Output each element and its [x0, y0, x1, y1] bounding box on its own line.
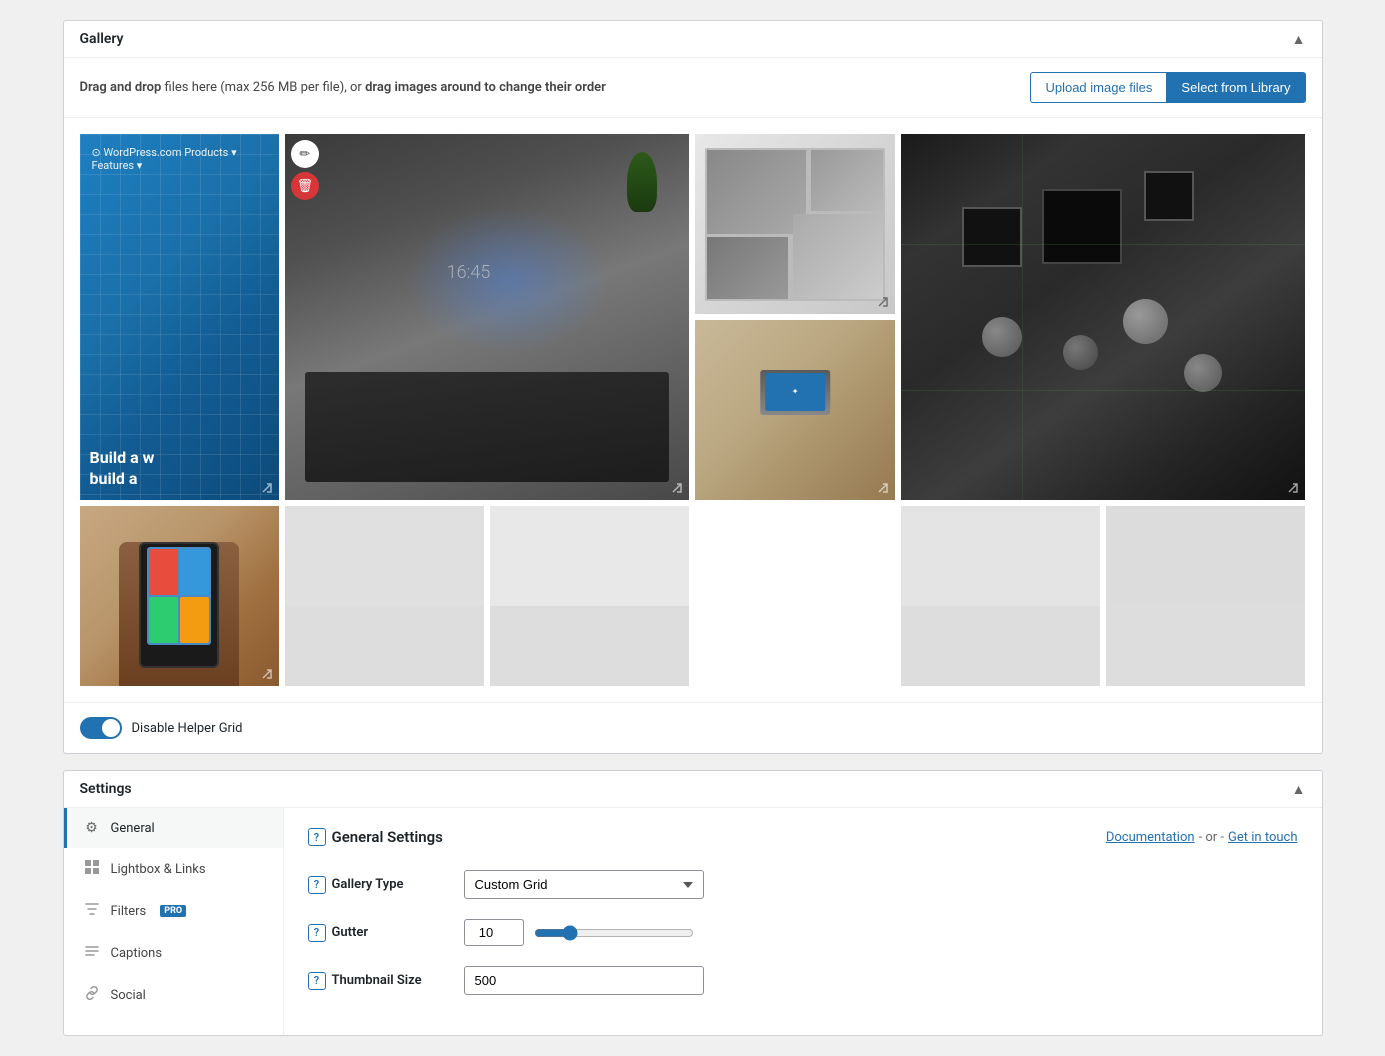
item-2-actions: ✏ 🗑 [291, 140, 319, 200]
settings-content: ? General Settings Documentation - or - … [284, 808, 1322, 1035]
resize-icon-6 [259, 666, 275, 682]
drag-drop-mid: files here (max 256 MB per file), or [161, 80, 365, 95]
resize-icon-4 [1285, 480, 1301, 496]
filter-icon [83, 902, 101, 920]
get-in-touch-link[interactable]: Get in touch [1228, 830, 1297, 845]
gutter-number-input[interactable] [464, 919, 524, 946]
sidebar-label-captions: Captions [111, 946, 163, 961]
sidebar-label-lightbox: Lightbox & Links [111, 862, 206, 877]
sidebar-item-captions[interactable]: Captions [64, 932, 283, 974]
gallery-item-ghost-3[interactable] [901, 506, 1100, 686]
gallery-toolbar-text: Drag and drop files here (max 256 MB per… [80, 80, 606, 95]
thumbnail-size-input[interactable] [464, 966, 704, 995]
delete-image-button-2[interactable]: 🗑 [291, 172, 319, 200]
settings-collapse-button[interactable]: ▲ [1292, 781, 1306, 797]
gallery-collapse-button[interactable]: ▲ [1292, 31, 1306, 47]
or-separator: - or - [1199, 830, 1224, 845]
gallery-type-select[interactable]: Custom Grid Masonry Justified Slideshow … [464, 870, 704, 899]
link-icon [83, 986, 101, 1004]
gallery-type-row: ? Gallery Type Custom Grid Masonry Justi… [308, 870, 1298, 899]
sidebar-item-general[interactable]: ⚙ General [64, 808, 283, 848]
resize-icon-2 [669, 480, 685, 496]
toolbar-buttons: Upload image files Select from Library [1030, 72, 1305, 103]
thumbnail-size-control [464, 966, 704, 995]
sidebar-label-social: Social [111, 988, 146, 1003]
gutter-control [464, 919, 694, 946]
gallery-type-control: Custom Grid Masonry Justified Slideshow … [464, 870, 704, 899]
gallery-panel: Gallery ▲ Drag and drop files here (max … [63, 20, 1323, 754]
select-from-library-button[interactable]: Select from Library [1166, 72, 1305, 103]
thumbnail-size-row: ? Thumbnail Size [308, 966, 1298, 995]
gallery-toolbar: Drag and drop files here (max 256 MB per… [64, 58, 1322, 118]
gutter-row: ? Gutter [308, 919, 1298, 946]
thumbnail-size-help[interactable]: ? [308, 972, 326, 990]
gallery-item-ghost-2[interactable] [490, 506, 689, 686]
upload-image-files-button[interactable]: Upload image files [1030, 72, 1166, 103]
helper-grid-label: Disable Helper Grid [132, 721, 243, 736]
lines-icon [83, 944, 101, 962]
gallery-item-5[interactable]: ✦ [695, 320, 894, 500]
thumbnail-size-label: ? Thumbnail Size [308, 972, 448, 990]
gutter-range-slider[interactable] [534, 925, 694, 941]
settings-content-header: ? General Settings Documentation - or - … [308, 828, 1298, 846]
sidebar-label-general: General [111, 821, 155, 836]
resize-icon-3 [875, 294, 891, 310]
gallery-item-1[interactable]: Build a wbuild a ⊙ WordPress.com Product… [80, 134, 279, 500]
collapse-up-icon: ▲ [1292, 31, 1306, 47]
resize-icon-5 [875, 480, 891, 496]
edit-image-button-2[interactable]: ✏ [291, 140, 319, 168]
drag-drop-bold: Drag and drop [80, 80, 162, 95]
edit-icon: ✏ [299, 146, 310, 162]
gear-icon: ⚙ [83, 820, 101, 836]
settings-collapse-icon: ▲ [1292, 781, 1306, 797]
gutter-label: ? Gutter [308, 924, 448, 942]
gallery-panel-title: Gallery [80, 31, 124, 47]
toggle-thumb [102, 719, 120, 737]
helper-grid-toggle[interactable] [80, 717, 122, 739]
gallery-grid: Build a wbuild a ⊙ WordPress.com Product… [64, 118, 1322, 702]
settings-layout: ⚙ General Lightbox & Links [64, 808, 1322, 1035]
settings-panel-title: Settings [80, 781, 132, 797]
settings-panel: Settings ▲ ⚙ General [63, 770, 1323, 1036]
gallery-item-ghost-1[interactable] [285, 506, 484, 686]
clock-text: 16:45 [447, 262, 491, 283]
grid-icon [83, 860, 101, 878]
gallery-item-6[interactable] [80, 506, 279, 686]
gallery-type-help[interactable]: ? [308, 876, 326, 894]
pro-badge: PRO [160, 905, 186, 917]
settings-content-title: General Settings [332, 828, 443, 846]
gallery-item-3[interactable] [695, 134, 894, 314]
sidebar-item-social[interactable]: Social [64, 974, 283, 1016]
settings-links: Documentation - or - Get in touch [1106, 830, 1298, 845]
gallery-item-ghost-4[interactable] [1106, 506, 1305, 686]
documentation-link[interactable]: Documentation [1106, 830, 1195, 845]
sidebar-label-filters: Filters [111, 904, 147, 919]
settings-sidebar: ⚙ General Lightbox & Links [64, 808, 284, 1035]
wp-image-text: Build a wbuild a [90, 448, 155, 490]
wp-logo-text: ⊙ WordPress.com Products ▾ Features ▾ [92, 146, 237, 172]
gallery-item-2[interactable]: 16:45 ✏ 🗑 [285, 134, 690, 500]
sidebar-item-filters[interactable]: Filters PRO [64, 890, 283, 932]
sidebar-item-lightbox[interactable]: Lightbox & Links [64, 848, 283, 890]
gallery-type-label: ? Gallery Type [308, 876, 448, 894]
settings-panel-header: Settings ▲ [64, 771, 1322, 808]
drag-order-bold: drag images around to change their order [365, 80, 606, 95]
gallery-panel-header: Gallery ▲ [64, 21, 1322, 58]
delete-icon: 🗑 [297, 178, 314, 194]
toggle-track [80, 717, 122, 739]
helper-grid-row: Disable Helper Grid [64, 702, 1322, 753]
gallery-item-4[interactable] [901, 134, 1306, 500]
general-settings-help-icon[interactable]: ? [308, 828, 326, 846]
gutter-help[interactable]: ? [308, 924, 326, 942]
resize-icon-1 [259, 480, 275, 496]
